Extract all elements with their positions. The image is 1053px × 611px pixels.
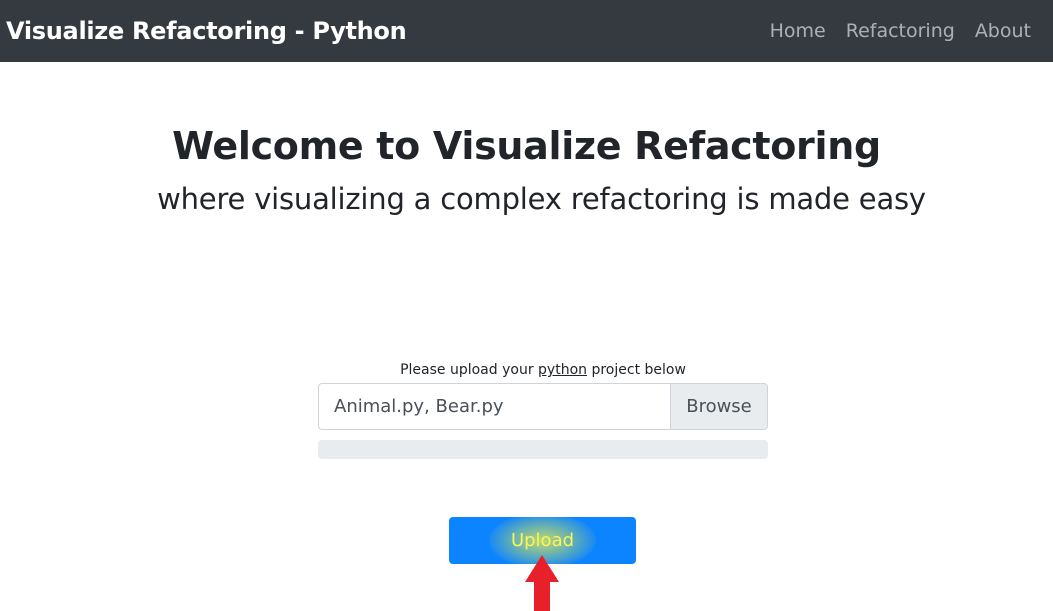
page-subtitle: where visualizing a complex refactoring … bbox=[157, 182, 926, 216]
navbar: Visualize Refactoring - Python Home Refa… bbox=[0, 0, 1053, 62]
upload-progress-bar bbox=[318, 440, 768, 459]
up-arrow-icon bbox=[525, 555, 559, 611]
file-input-value[interactable]: Animal.py, Bear.py bbox=[319, 384, 670, 429]
browse-button[interactable]: Browse bbox=[670, 384, 767, 429]
nav-links: Home Refactoring About bbox=[760, 20, 1031, 42]
upload-instructions-prefix: Please upload your bbox=[400, 362, 539, 378]
nav-link-refactoring[interactable]: Refactoring bbox=[836, 20, 965, 42]
nav-link-about[interactable]: About bbox=[965, 20, 1031, 42]
upload-instructions: Please upload your python project below bbox=[318, 360, 768, 380]
page-title: Welcome to Visualize Refactoring bbox=[172, 124, 881, 168]
upload-form: Please upload your python project below … bbox=[318, 360, 768, 459]
python-link[interactable]: python bbox=[538, 362, 587, 378]
file-input[interactable]: Animal.py, Bear.py Browse bbox=[318, 383, 768, 430]
upload-instructions-suffix: project below bbox=[587, 362, 686, 378]
navbar-brand[interactable]: Visualize Refactoring - Python bbox=[6, 17, 407, 45]
upload-button-label: Upload bbox=[510, 530, 575, 551]
nav-link-home[interactable]: Home bbox=[760, 20, 836, 42]
